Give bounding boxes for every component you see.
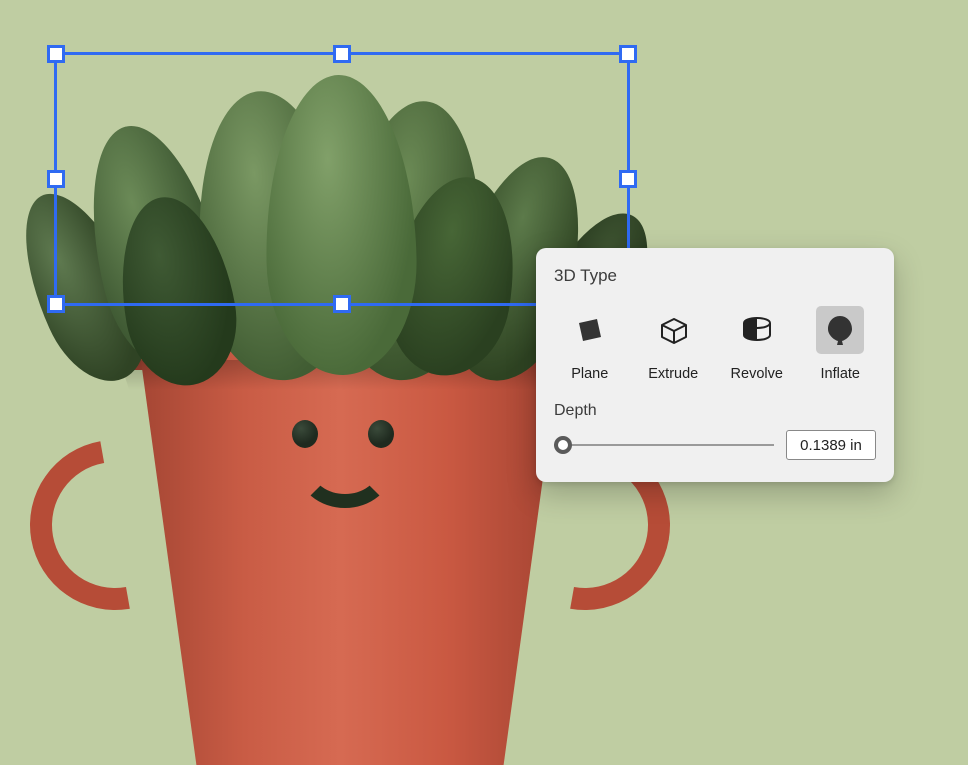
pot-eye-left	[292, 420, 318, 448]
slider-track	[554, 444, 774, 446]
type-revolve-button[interactable]: Revolve	[721, 300, 793, 382]
resize-handle-middle-left[interactable]	[47, 170, 65, 188]
extrude-icon	[656, 313, 690, 347]
3d-type-panel: 3D Type Plane Extrude	[536, 248, 894, 482]
resize-handle-bottom-left[interactable]	[47, 295, 65, 313]
type-extrude-button[interactable]: Extrude	[638, 300, 710, 382]
resize-handle-middle-right[interactable]	[619, 170, 637, 188]
slider-thumb[interactable]	[554, 436, 572, 454]
resize-handle-top-middle[interactable]	[333, 45, 351, 63]
type-label: Plane	[571, 366, 608, 382]
3d-type-options: Plane Extrude	[554, 300, 876, 382]
pot-body	[110, 345, 590, 765]
resize-handle-top-left[interactable]	[47, 45, 65, 63]
depth-slider[interactable]	[554, 435, 774, 455]
inflate-icon	[826, 314, 854, 346]
resize-handle-top-right[interactable]	[619, 45, 637, 63]
type-label: Revolve	[731, 366, 783, 382]
type-label: Inflate	[821, 366, 861, 382]
type-inflate-button[interactable]: Inflate	[805, 300, 877, 382]
pot-eye-right	[368, 420, 394, 448]
resize-handle-bottom-middle[interactable]	[333, 295, 351, 313]
depth-input[interactable]	[786, 430, 876, 460]
type-label: Extrude	[648, 366, 698, 382]
plane-icon	[575, 315, 605, 345]
revolve-icon	[740, 315, 774, 345]
depth-label: Depth	[554, 402, 876, 420]
type-plane-button[interactable]: Plane	[554, 300, 626, 382]
panel-title: 3D Type	[554, 266, 876, 286]
